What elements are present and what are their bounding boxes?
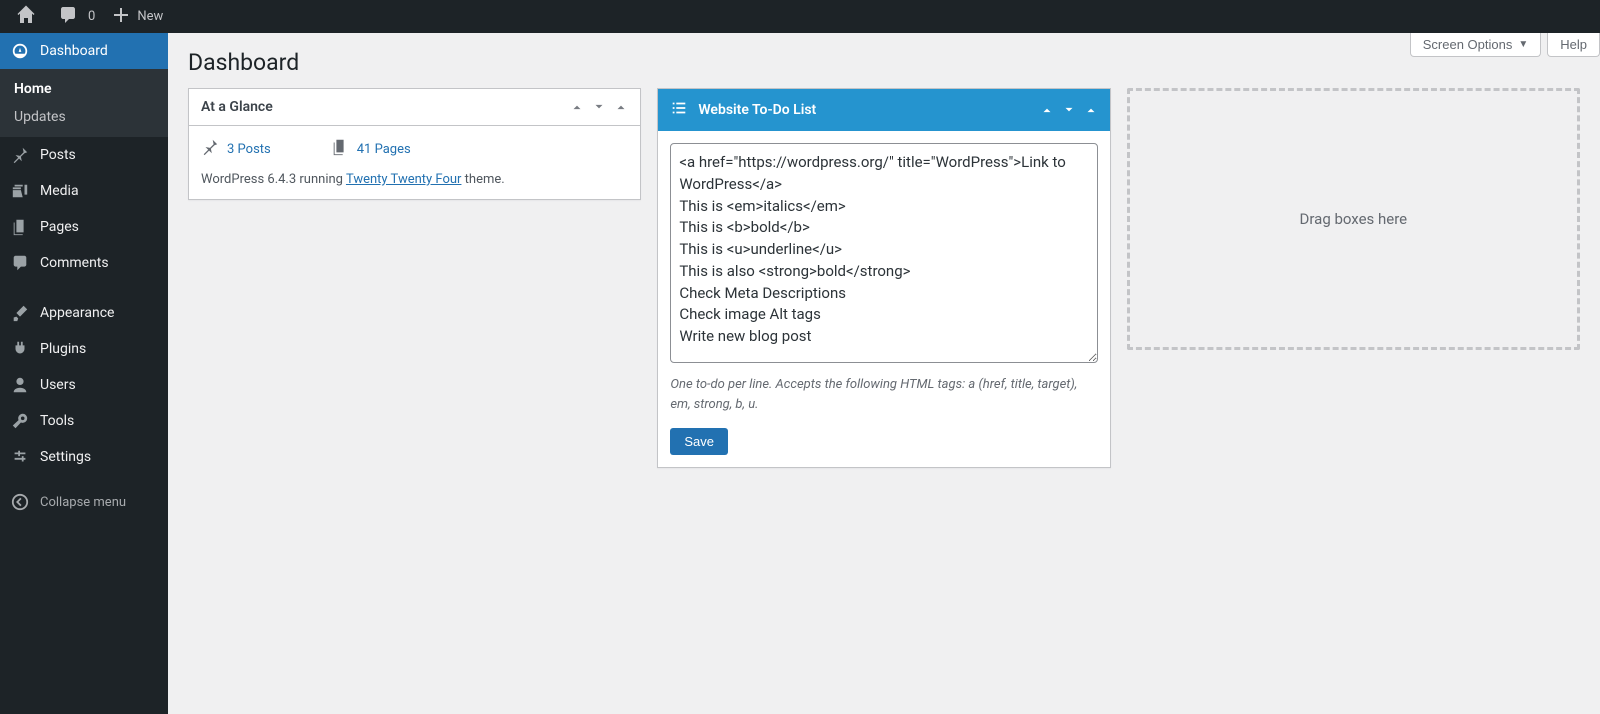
plug-icon bbox=[10, 339, 30, 359]
at-a-glance-body: 3 Posts 41 Pages WordPress 6.4.3 running… bbox=[189, 126, 640, 199]
todo-hint: One to-do per line. Accepts the followin… bbox=[670, 375, 1097, 414]
move-down-icon[interactable] bbox=[592, 100, 606, 114]
admin-home-link[interactable] bbox=[8, 0, 50, 33]
at-a-glance-title: At a Glance bbox=[201, 99, 570, 115]
page-title: Dashboard bbox=[188, 33, 1580, 88]
todo-box: Website To-Do List One to-do per line. A… bbox=[657, 88, 1110, 468]
toggle-icon[interactable] bbox=[1084, 103, 1098, 117]
glance-pages-link[interactable]: 41 Pages bbox=[331, 138, 411, 160]
help-button[interactable]: Help bbox=[1547, 33, 1600, 57]
admin-comments-link[interactable]: 0 bbox=[50, 0, 103, 33]
move-down-icon[interactable] bbox=[1062, 103, 1076, 117]
dashboard-columns: At a Glance 3 Posts 41 Pages bbox=[188, 88, 1580, 468]
brush-icon bbox=[10, 303, 30, 323]
admin-sidebar: Dashboard Home Updates Posts Media Pages… bbox=[0, 33, 168, 714]
menu-dashboard[interactable]: Dashboard bbox=[0, 33, 168, 69]
wordpress-version: WordPress 6.4.3 running Twenty Twenty Fo… bbox=[201, 172, 628, 187]
admin-new-link[interactable]: New bbox=[103, 0, 171, 33]
menu-plugins[interactable]: Plugins bbox=[0, 331, 168, 367]
comment-icon bbox=[10, 253, 30, 273]
drop-zone-label: Drag boxes here bbox=[1300, 210, 1408, 228]
menu-comments[interactable]: Comments bbox=[0, 245, 168, 281]
caret-down-icon: ▼ bbox=[1518, 39, 1528, 50]
box-controls bbox=[1040, 103, 1098, 117]
move-up-icon[interactable] bbox=[1040, 103, 1054, 117]
menu-appearance[interactable]: Appearance bbox=[0, 295, 168, 331]
menu-separator bbox=[0, 281, 168, 295]
dashboard-icon bbox=[10, 41, 30, 61]
collapse-menu[interactable]: Collapse menu bbox=[0, 485, 168, 519]
todo-body: One to-do per line. Accepts the followin… bbox=[658, 131, 1109, 467]
box-controls bbox=[570, 100, 628, 114]
list-icon bbox=[670, 99, 688, 121]
todo-title: Website To-Do List bbox=[698, 102, 816, 118]
menu-posts[interactable]: Posts bbox=[0, 137, 168, 173]
comment-icon bbox=[58, 5, 78, 29]
screen-options-button[interactable]: Screen Options ▼ bbox=[1410, 33, 1542, 57]
todo-textarea[interactable] bbox=[670, 143, 1097, 363]
menu-pages[interactable]: Pages bbox=[0, 209, 168, 245]
media-icon bbox=[10, 181, 30, 201]
settings-icon bbox=[10, 447, 30, 467]
menu-tools[interactable]: Tools bbox=[0, 403, 168, 439]
screen-meta-links: Screen Options ▼ Help bbox=[1410, 33, 1600, 57]
todo-header[interactable]: Website To-Do List bbox=[658, 89, 1109, 131]
submenu-updates[interactable]: Updates bbox=[0, 103, 168, 131]
save-button[interactable]: Save bbox=[670, 428, 728, 455]
theme-link[interactable]: Twenty Twenty Four bbox=[346, 172, 462, 187]
main-content: Screen Options ▼ Help Dashboard At a Gla… bbox=[168, 33, 1600, 488]
toggle-icon[interactable] bbox=[614, 100, 628, 114]
move-up-icon[interactable] bbox=[570, 100, 584, 114]
submenu-home[interactable]: Home bbox=[0, 75, 168, 103]
glance-posts-link[interactable]: 3 Posts bbox=[201, 138, 271, 160]
user-icon bbox=[10, 375, 30, 395]
pin-icon bbox=[201, 138, 219, 160]
comment-count: 0 bbox=[88, 9, 95, 24]
menu-media[interactable]: Media bbox=[0, 173, 168, 209]
new-label: New bbox=[137, 9, 163, 24]
drop-zone[interactable]: Drag boxes here bbox=[1127, 88, 1580, 350]
wrench-icon bbox=[10, 411, 30, 431]
menu-users[interactable]: Users bbox=[0, 367, 168, 403]
admin-bar: 0 New bbox=[0, 0, 1600, 33]
at-a-glance-box: At a Glance 3 Posts 41 Pages bbox=[188, 88, 641, 200]
pin-icon bbox=[10, 145, 30, 165]
home-icon bbox=[16, 5, 36, 29]
at-a-glance-header[interactable]: At a Glance bbox=[189, 89, 640, 126]
plus-icon bbox=[111, 5, 131, 29]
dashboard-submenu: Home Updates bbox=[0, 69, 168, 137]
pages-icon bbox=[331, 138, 349, 160]
menu-settings[interactable]: Settings bbox=[0, 439, 168, 475]
collapse-icon bbox=[10, 493, 30, 511]
pages-icon bbox=[10, 217, 30, 237]
